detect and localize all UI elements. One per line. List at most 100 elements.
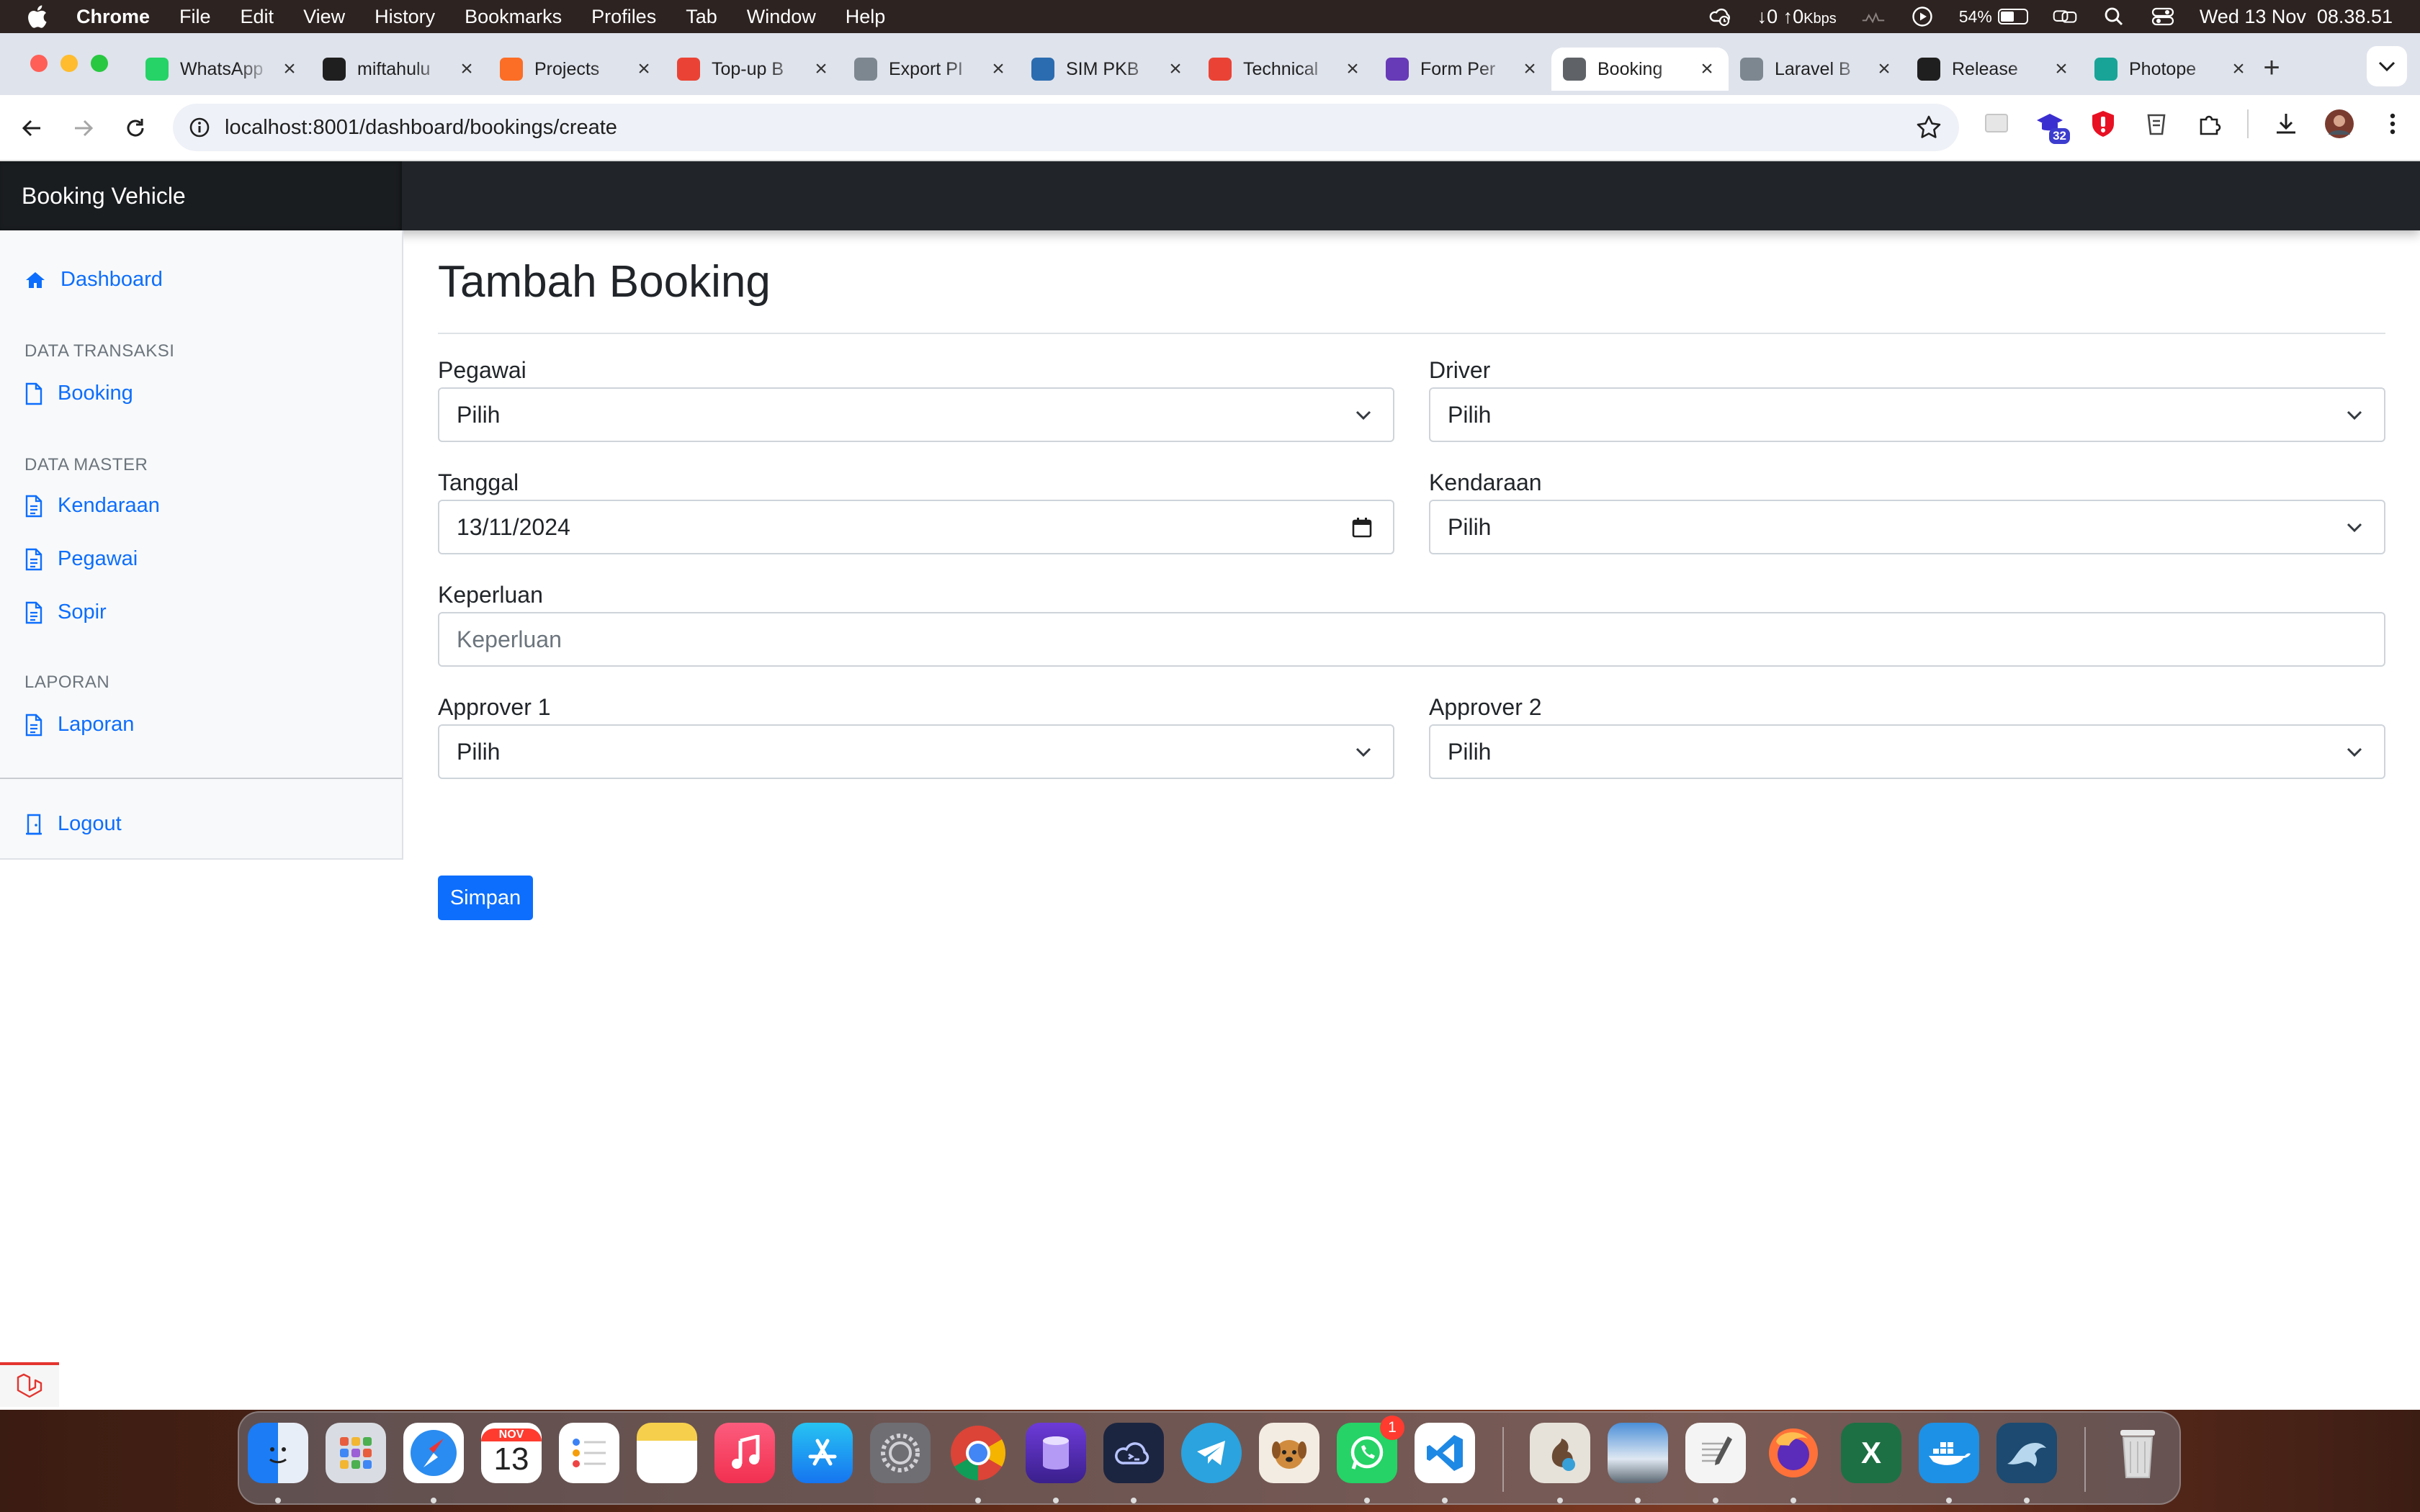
close-tab-icon[interactable]: ×	[2051, 58, 2071, 80]
calendar-icon[interactable]: NOV 13	[481, 1423, 542, 1483]
bookmark-star-icon[interactable]	[1916, 114, 1942, 140]
chrome-menu-icon[interactable]	[2377, 108, 2408, 140]
close-tab-icon[interactable]: ×	[279, 58, 300, 80]
kendaraan-select[interactable]: Pilih	[1429, 500, 2385, 554]
menu-help[interactable]: Help	[846, 6, 886, 28]
spotlight-search-icon[interactable]	[2102, 6, 2126, 27]
tanggal-date-input[interactable]: 13/11/2024	[438, 500, 1394, 554]
close-tab-icon[interactable]: ×	[1697, 58, 1717, 80]
battery-status[interactable]: 54%	[1959, 7, 2028, 27]
control-center-icon[interactable]	[2151, 6, 2175, 27]
browser-tab[interactable]: Photope ×	[2083, 48, 2260, 91]
close-tab-icon[interactable]: ×	[988, 58, 1008, 80]
telegram-icon[interactable]	[1181, 1423, 1242, 1483]
debugbar-toggle[interactable]	[0, 1362, 59, 1407]
sidebar-item-dashboard[interactable]: Dashboard	[24, 268, 163, 292]
preview-icon[interactable]	[1608, 1423, 1668, 1483]
launchpad-icon[interactable]	[326, 1423, 386, 1483]
chrome-icon[interactable]	[948, 1423, 1008, 1483]
tab-search-button[interactable]	[2367, 46, 2407, 86]
extension-cup-icon[interactable]	[2141, 108, 2172, 140]
menu-file[interactable]: File	[179, 6, 211, 28]
reminders-icon[interactable]	[559, 1423, 619, 1483]
close-tab-icon[interactable]: ×	[1343, 58, 1363, 80]
finder-icon[interactable]	[248, 1423, 308, 1483]
close-tab-icon[interactable]: ×	[457, 58, 477, 80]
excel-icon[interactable]: X	[1841, 1423, 1901, 1483]
browser-tab[interactable]: Laravel B ×	[1729, 48, 1906, 91]
browser-tab[interactable]: Form Per ×	[1374, 48, 1551, 91]
zoom-window-button[interactable]	[91, 55, 108, 72]
extension-cast-icon[interactable]	[1981, 108, 2012, 140]
address-url[interactable]: localhost:8001/dashboard/bookings/create	[225, 116, 617, 140]
close-tab-icon[interactable]: ×	[1874, 58, 1894, 80]
firefox-icon[interactable]	[1763, 1423, 1824, 1483]
menu-window[interactable]: Window	[747, 6, 816, 28]
dog-app-icon[interactable]	[1259, 1423, 1319, 1483]
menu-history[interactable]: History	[375, 6, 435, 28]
approver2-select[interactable]: Pilih	[1429, 724, 2385, 779]
docker-icon[interactable]	[1919, 1423, 1979, 1483]
menu-edit[interactable]: Edit	[241, 6, 274, 28]
app-store-icon[interactable]	[792, 1423, 853, 1483]
terminal-cloud-icon[interactable]	[1103, 1423, 1164, 1483]
reload-button[interactable]	[118, 111, 153, 145]
menu-bar-clock[interactable]: Wed 13 Nov 08.38.51	[2200, 6, 2393, 28]
approver1-select[interactable]: Pilih	[438, 724, 1394, 779]
browser-tab[interactable]: Release ×	[1906, 48, 2083, 91]
menu-view[interactable]: View	[303, 6, 345, 28]
vscode-icon[interactable]	[1415, 1423, 1475, 1483]
sidebar-item-sopir[interactable]: Sopir	[24, 600, 107, 624]
profile-avatar[interactable]	[2323, 108, 2355, 140]
play-circle-icon[interactable]	[1910, 6, 1935, 27]
browser-tab[interactable]: Technical ×	[1197, 48, 1374, 91]
browser-tab[interactable]: SIM PKB ×	[1020, 48, 1197, 91]
whatsapp-icon[interactable]: 1	[1337, 1416, 1404, 1483]
driver-select[interactable]: Pilih	[1429, 387, 2385, 442]
music-icon[interactable]	[714, 1423, 775, 1483]
sidebar-item-booking[interactable]: Booking	[24, 382, 133, 405]
menu-bookmarks[interactable]: Bookmarks	[465, 6, 562, 28]
safari-icon[interactable]	[403, 1423, 464, 1483]
sidebar-item-laporan[interactable]: Laporan	[24, 713, 134, 737]
extension-shield-icon[interactable]	[2087, 108, 2119, 140]
browser-tab[interactable]: WhatsApp ×	[134, 48, 311, 91]
browser-tab[interactable]: Projects ×	[488, 48, 666, 91]
forward-button[interactable]	[66, 111, 101, 145]
downloads-icon[interactable]	[2270, 108, 2302, 140]
apple-logo-icon[interactable]	[26, 4, 48, 29]
screen-mirroring-icon[interactable]	[2053, 6, 2077, 27]
close-tab-icon[interactable]: ×	[2228, 58, 2249, 80]
sidebar-item-kendaraan[interactable]: Kendaraan	[24, 494, 160, 518]
menu-tab[interactable]: Tab	[686, 6, 717, 28]
back-button[interactable]	[14, 111, 49, 145]
browser-tab[interactable]: Booking ×	[1551, 48, 1729, 91]
simpan-button[interactable]: Simpan	[438, 876, 533, 920]
trash-icon[interactable]	[2107, 1423, 2168, 1483]
pegawai-select[interactable]: Pilih	[438, 387, 1394, 442]
close-tab-icon[interactable]: ×	[811, 58, 831, 80]
minimize-window-button[interactable]	[60, 55, 78, 72]
calendar-icon[interactable]	[1351, 517, 1373, 539]
cloud-sync-icon[interactable]	[1708, 6, 1733, 27]
extension-graduation-icon[interactable]: 32	[2034, 108, 2070, 144]
close-tab-icon[interactable]: ×	[1165, 58, 1186, 80]
menu-app-chrome[interactable]: Chrome	[76, 6, 150, 28]
browser-tab[interactable]: miftahulu ×	[311, 48, 488, 91]
database-app-icon[interactable]	[1026, 1423, 1086, 1483]
site-info-icon[interactable]	[189, 117, 210, 138]
close-window-button[interactable]	[30, 55, 48, 72]
new-tab-button[interactable]: +	[2254, 52, 2289, 84]
menu-profiles[interactable]: Profiles	[591, 6, 656, 28]
address-bar[interactable]: localhost:8001/dashboard/bookings/create	[173, 104, 1959, 151]
network-speed[interactable]: ↓0 ↑0Kbps	[1757, 6, 1837, 28]
sidebar-item-logout[interactable]: Logout	[24, 812, 122, 836]
mysql-workbench-icon[interactable]	[1996, 1423, 2057, 1483]
extensions-puzzle-icon[interactable]	[2194, 108, 2226, 140]
system-settings-icon[interactable]	[870, 1423, 931, 1483]
close-tab-icon[interactable]: ×	[634, 58, 654, 80]
app-brand[interactable]: Booking Vehicle	[0, 161, 402, 230]
browser-tab[interactable]: Export PI ×	[843, 48, 1020, 91]
notes-icon[interactable]	[637, 1423, 697, 1483]
keperluan-input[interactable]: Keperluan	[438, 612, 2385, 667]
